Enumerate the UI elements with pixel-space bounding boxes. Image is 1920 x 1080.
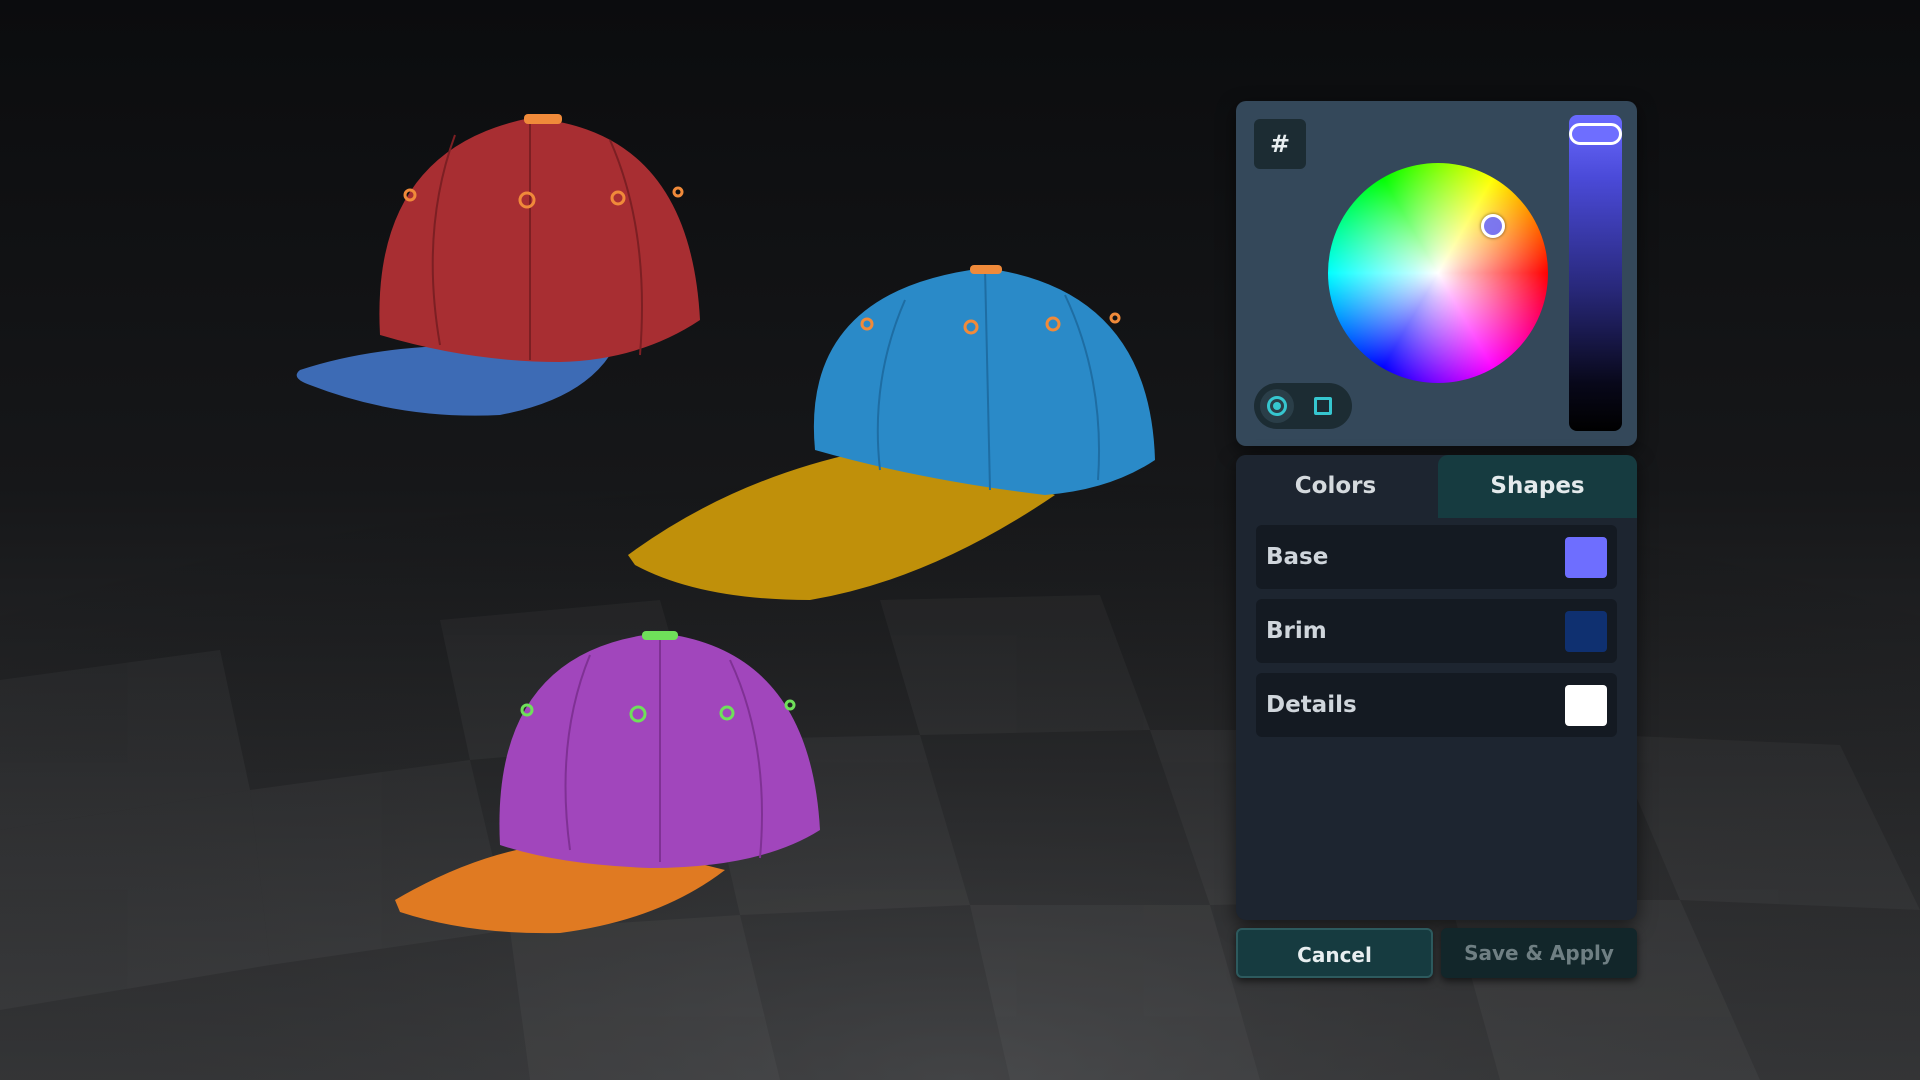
part-row-base[interactable]: Base: [1256, 525, 1617, 589]
picker-mode-toggle: [1254, 383, 1352, 429]
circle-mode-icon[interactable]: [1260, 389, 1294, 423]
color-wheel[interactable]: [1328, 163, 1548, 383]
part-label: Brim: [1266, 618, 1327, 644]
tab-colors[interactable]: Colors: [1236, 455, 1435, 518]
part-label: Base: [1266, 544, 1329, 570]
hex-input-button[interactable]: #: [1254, 119, 1306, 169]
part-swatch[interactable]: [1565, 611, 1607, 652]
save-apply-button[interactable]: Save & Apply: [1441, 928, 1637, 978]
hue-handle-icon[interactable]: [1481, 214, 1505, 238]
cancel-button[interactable]: Cancel: [1236, 928, 1433, 978]
brightness-slider[interactable]: [1569, 115, 1622, 431]
part-swatch[interactable]: [1565, 685, 1607, 726]
parts-panel: Colors Shapes Base Brim Details: [1236, 455, 1637, 920]
tab-shapes[interactable]: Shapes: [1438, 455, 1637, 518]
square-mode-icon[interactable]: [1312, 395, 1334, 417]
part-swatch[interactable]: [1565, 537, 1607, 578]
part-label: Details: [1266, 692, 1357, 718]
part-row-brim[interactable]: Brim: [1256, 599, 1617, 663]
color-picker-panel: #: [1236, 101, 1637, 446]
brightness-slider-thumb[interactable]: [1569, 123, 1622, 145]
part-row-details[interactable]: Details: [1256, 673, 1617, 737]
